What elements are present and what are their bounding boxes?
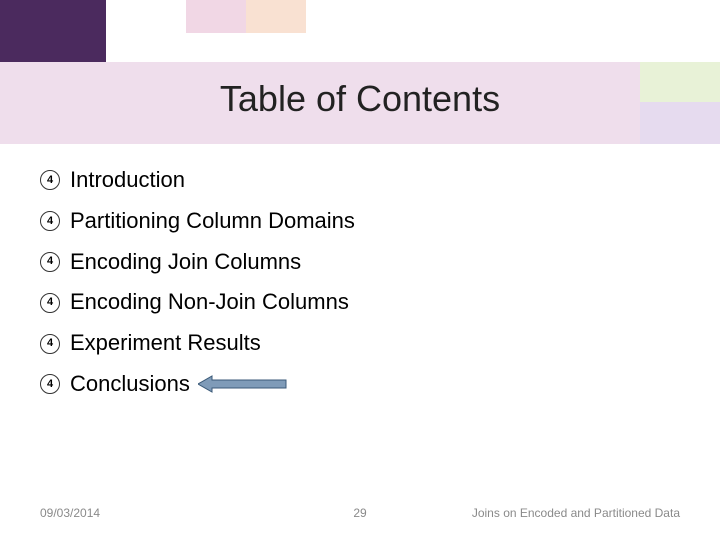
bullet-icon: 4 xyxy=(40,334,60,354)
list-item-label: Partitioning Column Domains xyxy=(70,206,355,237)
list-item: 4 Partitioning Column Domains xyxy=(40,201,680,242)
list-item: 4 Experiment Results xyxy=(40,323,680,364)
bullet-icon: 4 xyxy=(40,374,60,394)
footer-title: Joins on Encoded and Partitioned Data xyxy=(472,506,680,520)
slide: Table of Contents 4 Introduction 4 Parti… xyxy=(0,0,720,540)
list-item: 4 Introduction xyxy=(40,160,680,201)
bullet-icon: 4 xyxy=(40,170,60,190)
arrow-shape xyxy=(198,376,286,392)
list-item-label: Conclusions xyxy=(70,369,190,400)
list-item: 4 Encoding Non-Join Columns xyxy=(40,282,680,323)
list-item-label: Encoding Join Columns xyxy=(70,247,301,278)
slide-footer: 09/03/2014 29 Joins on Encoded and Parti… xyxy=(0,506,720,520)
bullet-icon: 4 xyxy=(40,293,60,313)
bullet-icon: 4 xyxy=(40,211,60,231)
page-title: Table of Contents xyxy=(0,78,720,120)
list-item-label: Encoding Non-Join Columns xyxy=(70,287,349,318)
decor-block-purple xyxy=(0,0,106,62)
footer-page-number: 29 xyxy=(353,506,366,520)
footer-date: 09/03/2014 xyxy=(40,506,100,520)
bullet-icon: 4 xyxy=(40,252,60,272)
highlight-arrow-icon xyxy=(198,374,288,394)
list-item-label: Experiment Results xyxy=(70,328,261,359)
list-item: 4 Conclusions xyxy=(40,364,680,405)
decor-block-peach xyxy=(246,0,306,33)
list-item-label: Introduction xyxy=(70,165,185,196)
toc-list: 4 Introduction 4 Partitioning Column Dom… xyxy=(40,160,680,405)
decor-block-pink xyxy=(186,0,246,33)
list-item: 4 Encoding Join Columns xyxy=(40,242,680,283)
